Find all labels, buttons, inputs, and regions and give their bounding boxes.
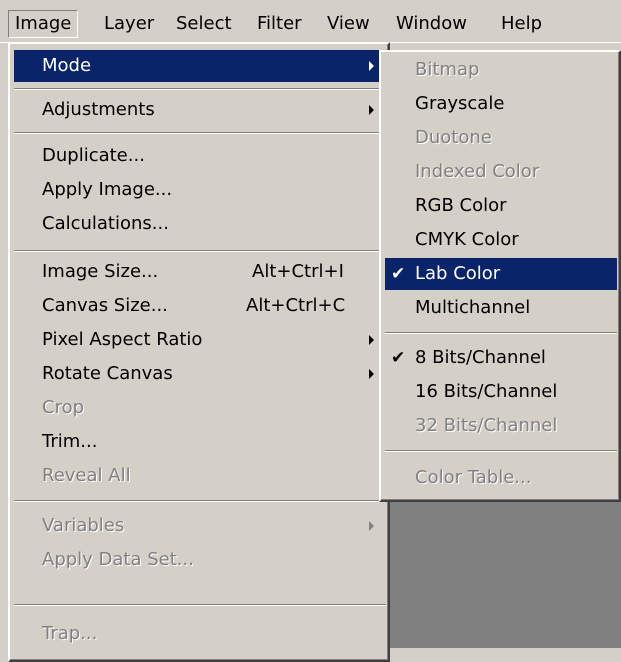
submenu-item-8-bits[interactable]: ✔ 8 Bits/Channel [385, 342, 617, 374]
menu-item-label: 16 Bits/Channel [415, 381, 558, 402]
submenu-arrow-icon [369, 105, 374, 115]
menu-item-label: Color Table... [415, 467, 532, 488]
menu-item-trap: Trap... [14, 618, 386, 650]
menu-item-variables: Variables [14, 510, 386, 542]
menu-item-label: 8 Bits/Channel [415, 347, 546, 368]
submenu-item-multichannel[interactable]: Multichannel [385, 292, 617, 324]
menu-item-label: Multichannel [415, 297, 531, 318]
menu-bar: Image Layer Select Filter View Window He… [0, 0, 621, 43]
menubar-item-layer[interactable]: Layer [98, 10, 160, 38]
menu-item-label: Trim... [42, 431, 98, 452]
menu-item-label: 32 Bits/Channel [415, 415, 558, 436]
submenu-item-duotone: Duotone [385, 122, 617, 154]
submenu-arrow-icon [369, 521, 374, 531]
menubar-item-filter[interactable]: Filter [251, 10, 308, 38]
menu-item-pixel-aspect-ratio[interactable]: Pixel Aspect Ratio [14, 324, 386, 356]
menu-item-canvas-size[interactable]: Canvas Size... Alt+Ctrl+C [14, 290, 386, 322]
menu-separator [385, 450, 617, 452]
submenu-arrow-icon [369, 335, 374, 345]
menu-item-label: Adjustments [42, 99, 155, 120]
menu-item-mode[interactable]: Mode [14, 50, 386, 82]
menu-item-label: Indexed Color [415, 161, 540, 182]
check-mark-icon: ✔ [391, 264, 406, 284]
shortcut-label: Alt+Ctrl+C [246, 295, 346, 316]
submenu-item-color-table: Color Table... [385, 462, 617, 494]
shortcut-label: Alt+Ctrl+I [252, 261, 344, 282]
menu-item-label: Pixel Aspect Ratio [42, 329, 203, 350]
mode-submenu: Bitmap Grayscale Duotone Indexed Color R… [379, 50, 621, 502]
menubar-item-view[interactable]: View [321, 10, 376, 38]
submenu-item-bitmap: Bitmap [385, 54, 617, 86]
menu-item-crop: Crop [14, 392, 386, 424]
menu-item-reveal-all: Reveal All [14, 460, 386, 492]
menu-item-apply-image[interactable]: Apply Image... [14, 174, 386, 206]
menu-item-label: Trap... [42, 623, 98, 644]
menu-item-label: Reveal All [42, 465, 131, 486]
submenu-item-16-bits[interactable]: 16 Bits/Channel [385, 376, 617, 408]
menu-item-adjustments[interactable]: Adjustments [14, 94, 386, 126]
menu-item-apply-data-set: Apply Data Set... [14, 544, 386, 576]
menu-item-calculations[interactable]: Calculations... [14, 208, 386, 240]
submenu-item-rgb-color[interactable]: RGB Color [385, 190, 617, 222]
menu-item-label: Apply Image... [42, 179, 173, 200]
submenu-arrow-icon [369, 369, 374, 379]
menubar-item-help[interactable]: Help [495, 10, 548, 38]
submenu-item-cmyk-color[interactable]: CMYK Color [385, 224, 617, 256]
menu-item-label: Mode [42, 55, 92, 76]
menu-separator [14, 604, 386, 606]
submenu-item-32-bits: 32 Bits/Channel [385, 410, 617, 442]
menu-item-duplicate[interactable]: Duplicate... [14, 140, 386, 172]
menu-item-rotate-canvas[interactable]: Rotate Canvas [14, 358, 386, 390]
menu-separator [14, 250, 386, 252]
menu-item-label: Image Size... [42, 261, 159, 282]
image-menu: Mode Adjustments Duplicate... Apply Imag… [8, 42, 390, 662]
menu-item-label: RGB Color [415, 195, 507, 216]
menu-item-label: Rotate Canvas [42, 363, 173, 384]
menu-item-label: Variables [42, 515, 125, 536]
menu-separator [14, 132, 386, 134]
submenu-item-grayscale[interactable]: Grayscale [385, 88, 617, 120]
menu-item-label: Duotone [415, 127, 492, 148]
menu-item-label: Lab Color [415, 263, 501, 284]
menu-item-label: Calculations... [42, 213, 169, 234]
submenu-item-indexed-color: Indexed Color [385, 156, 617, 188]
submenu-arrow-icon [369, 61, 374, 71]
menu-separator [385, 332, 617, 334]
menu-item-label: Crop [42, 397, 85, 418]
menu-item-label: Apply Data Set... [42, 549, 194, 570]
check-mark-icon: ✔ [391, 348, 406, 368]
menu-item-label: Bitmap [415, 59, 480, 80]
menu-item-label: Grayscale [415, 93, 505, 114]
workspace-canvas-area [390, 502, 621, 648]
menu-separator [14, 88, 386, 90]
menubar-item-window[interactable]: Window [390, 10, 473, 38]
menu-item-label: Canvas Size... [42, 295, 168, 316]
menubar-item-select[interactable]: Select [170, 10, 238, 38]
menu-item-label: Duplicate... [42, 145, 145, 166]
menu-item-image-size[interactable]: Image Size... Alt+Ctrl+I [14, 256, 386, 288]
menu-separator [14, 500, 386, 502]
menubar-item-image[interactable]: Image [8, 10, 79, 38]
submenu-item-lab-color[interactable]: ✔ Lab Color [385, 258, 617, 290]
menu-item-trim[interactable]: Trim... [14, 426, 386, 458]
menu-item-label: CMYK Color [415, 229, 519, 250]
